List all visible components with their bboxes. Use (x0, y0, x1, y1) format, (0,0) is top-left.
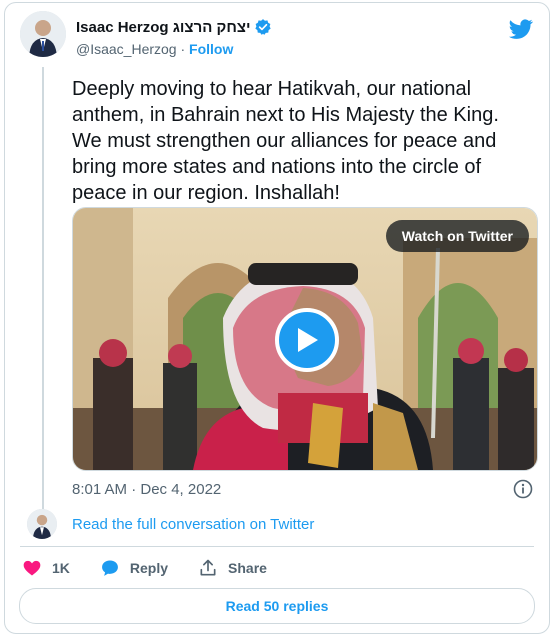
twitter-bird-icon[interactable] (509, 17, 533, 41)
tweet-text: Deeply moving to hear Hatikvah, our nati… (72, 78, 499, 204)
share-button[interactable]: Share (198, 558, 267, 578)
conversation-avatar (27, 509, 57, 539)
author-handle[interactable]: @Isaac_Herzog (76, 41, 177, 57)
heart-icon (23, 560, 41, 576)
like-button[interactable]: 1K (22, 558, 70, 578)
follow-button[interactable]: Follow (189, 41, 233, 57)
author-name-row[interactable]: Isaac Herzog יצחק הרצוג (76, 18, 272, 36)
like-count: 1K (52, 560, 70, 576)
separator-dot: · (180, 41, 186, 57)
reply-button[interactable]: Reply (100, 558, 168, 578)
read-full-conversation-link[interactable]: Read the full conversation on Twitter (72, 516, 314, 533)
reply-label: Reply (129, 560, 169, 576)
share-label: Share (228, 560, 267, 576)
author-display-name[interactable]: Isaac Herzog יצחק הרצוג (76, 19, 250, 36)
info-icon[interactable] (513, 479, 533, 499)
avatar[interactable] (20, 11, 66, 57)
share-icon (200, 559, 216, 576)
thread-line (42, 67, 44, 513)
speech-bubble-icon (101, 560, 118, 576)
video-media[interactable]: Watch on Twitter (72, 207, 538, 471)
play-icon (298, 328, 318, 352)
divider (20, 546, 534, 547)
tweet-timestamp[interactable]: 8:01 AM · Dec 4, 2022 (72, 481, 221, 498)
action-bar: 1K Reply Share (22, 558, 267, 578)
play-button[interactable] (275, 308, 339, 372)
watch-on-twitter-button[interactable]: Watch on Twitter (385, 220, 529, 252)
handle-row: @Isaac_Herzog · Follow (76, 41, 233, 57)
read-replies-button[interactable]: Read 50 replies (19, 588, 535, 624)
verified-badge-icon (255, 19, 272, 35)
tweet-card: Isaac Herzog יצחק הרצוג @Isaac_Herzog · … (4, 2, 550, 634)
